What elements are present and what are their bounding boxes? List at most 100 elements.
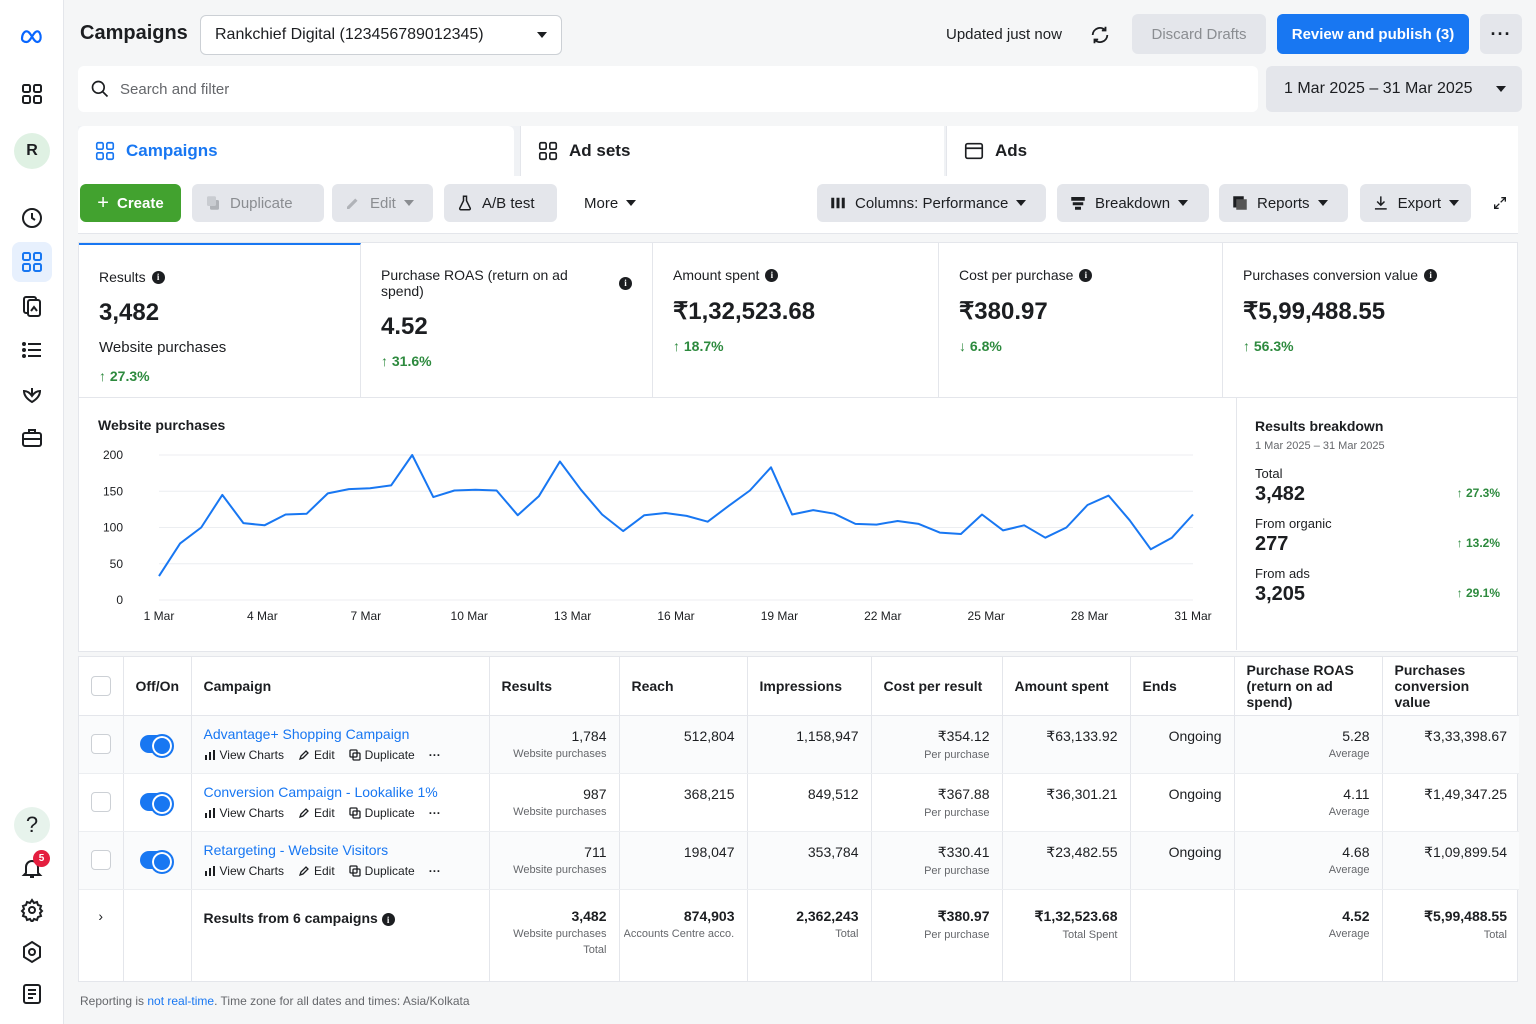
campaign-name-link[interactable]: Advantage+ Shopping Campaign <box>204 726 477 742</box>
campaign-toggle[interactable] <box>139 734 174 758</box>
view-charts-action[interactable]: View Charts <box>204 806 284 820</box>
edit-action[interactable]: Edit <box>298 864 335 878</box>
create-button[interactable]: + Create <box>80 184 181 222</box>
column-header[interactable]: Reach <box>619 657 748 716</box>
breakdown-button[interactable]: Breakdown <box>1057 184 1209 222</box>
table-row[interactable]: Advantage+ Shopping Campaign View Charts E… <box>79 715 1519 774</box>
edit-action[interactable]: Edit <box>298 748 335 762</box>
metric-card-roas[interactable]: Purchase ROAS (return on ad spend) i 4.52… <box>361 243 653 397</box>
more-button[interactable]: More <box>572 184 652 222</box>
info-icon[interactable]: i <box>151 270 165 284</box>
date-range-picker[interactable]: 1 Mar 2025 – 31 Mar 2025 <box>1266 66 1522 112</box>
website-purchases-line-chart[interactable]: 0 50 100 150 200 1 Mar 4 Mar 7 Mar 10 Mar 13 Mar 1… <box>79 438 1229 638</box>
impressions-value: 1,158,947 <box>796 727 859 744</box>
chart-title: Website purchases <box>98 417 226 433</box>
list-icon[interactable] <box>12 330 52 370</box>
info-icon[interactable]: i <box>1424 268 1438 282</box>
column-header[interactable]: Off/On <box>123 657 192 716</box>
row-checkbox[interactable] <box>90 734 111 754</box>
edit-button[interactable]: Edit <box>332 184 433 222</box>
table-row[interactable]: Retargeting - Website Visitors View Chart… <box>79 831 1519 890</box>
reach-value: 368,215 <box>683 785 735 802</box>
column-header[interactable]: Amount spent <box>1002 657 1131 716</box>
x-tick-label: 1 Mar <box>144 609 175 623</box>
row-checkbox[interactable] <box>90 850 111 870</box>
reports-label: Reports <box>1257 194 1310 212</box>
column-header[interactable]: Purchase ROAS (return on ad spend) <box>1234 657 1383 716</box>
expand-icon[interactable] <box>1480 184 1520 222</box>
campaign-toggle[interactable] <box>139 792 174 816</box>
more-options-button[interactable]: ··· <box>1480 14 1522 54</box>
breakdown-label: From ads <box>1255 566 1310 581</box>
clock-icon[interactable] <box>12 198 52 238</box>
campaign-toggle[interactable] <box>139 850 174 874</box>
duplicate-action[interactable]: Duplicate <box>349 864 415 878</box>
columns-button[interactable]: Columns: Performance <box>817 184 1046 222</box>
info-icon[interactable]: i <box>765 268 779 282</box>
metric-delta: ↑ 56.3% <box>1243 338 1294 354</box>
select-all-checkbox[interactable] <box>90 675 111 696</box>
media-library-icon[interactable] <box>12 286 52 326</box>
reports-button[interactable]: Reports <box>1219 184 1348 222</box>
metric-label: Cost per purchase <box>959 267 1074 283</box>
search-input[interactable] <box>120 80 720 98</box>
more-actions-icon[interactable]: ··· <box>429 806 441 820</box>
campaigns-grid-icon[interactable] <box>12 242 52 282</box>
audience-icon[interactable] <box>12 374 52 414</box>
tab-ads[interactable]: Ads <box>946 126 1518 176</box>
metric-card-conversion-value[interactable]: Purchases conversion value i ₹5,99,488.55… <box>1223 243 1517 397</box>
action-label: Duplicate <box>364 806 415 820</box>
business-settings-icon[interactable] <box>12 932 52 972</box>
table-row[interactable]: Conversion Campaign - Lookalike 1% View C… <box>79 773 1519 832</box>
apps-grid-icon[interactable] <box>12 74 52 114</box>
tab-ad-sets[interactable]: Ad sets <box>520 126 944 176</box>
edit-action[interactable]: Edit <box>298 806 335 820</box>
more-actions-icon[interactable]: ··· <box>429 748 441 762</box>
column-header[interactable]: Impressions <box>747 657 872 716</box>
column-header[interactable]: Results <box>489 657 620 716</box>
settings-gear-icon[interactable] <box>12 890 52 930</box>
duplicate-action[interactable]: Duplicate <box>349 748 415 762</box>
avatar[interactable]: R <box>14 133 50 169</box>
info-icon[interactable]: i <box>381 913 395 926</box>
metric-value: ₹380.97 <box>959 298 1048 325</box>
column-header[interactable]: Campaign <box>191 657 490 716</box>
metric-card-cost-per-purchase[interactable]: Cost per purchase i ₹380.97 ↓ 6.8% <box>939 243 1223 397</box>
ab-test-label: A/B test <box>482 194 535 212</box>
discard-drafts-button[interactable]: Discard Drafts <box>1132 14 1266 54</box>
help-icon[interactable]: ? <box>14 807 50 843</box>
account-selector[interactable]: Rankchief Digital (123456789012345) <box>200 15 562 55</box>
view-charts-action[interactable]: View Charts <box>204 748 284 762</box>
metric-card-results[interactable]: Results i 3,482 Website purchases ↑ 27.3% <box>79 243 361 397</box>
refresh-icon[interactable] <box>1086 21 1114 49</box>
row-checkbox[interactable] <box>90 792 111 812</box>
view-charts-action[interactable]: View Charts <box>204 864 284 878</box>
info-icon[interactable]: i <box>1079 268 1093 282</box>
duplicate-action[interactable]: Duplicate <box>349 806 415 820</box>
metric-card-amount-spent[interactable]: Amount spent i ₹1,32,523.68 ↑ 18.7% <box>653 243 939 397</box>
review-publish-button[interactable]: Review and publish (3) <box>1277 14 1469 54</box>
action-label: Edit <box>313 806 335 820</box>
info-icon[interactable]: i <box>619 276 632 290</box>
meta-logo-icon[interactable] <box>12 16 52 56</box>
duplicate-button[interactable]: Duplicate <box>192 184 324 222</box>
total-results-sub: Website purchases <box>513 927 607 940</box>
footer-text: Reporting is <box>80 994 148 1008</box>
more-actions-icon[interactable]: ··· <box>429 864 441 878</box>
column-header[interactable]: Cost per result <box>871 657 1003 716</box>
chevron-right-icon[interactable]: › <box>98 908 103 924</box>
reports-doc-icon[interactable] <box>12 974 52 1014</box>
campaign-name-link[interactable]: Retargeting - Website Visitors <box>204 842 477 858</box>
campaign-name-link[interactable]: Conversion Campaign - Lookalike 1% <box>204 784 477 800</box>
tab-campaigns[interactable]: Campaigns <box>78 126 514 176</box>
updated-status: Updated just now <box>946 26 1062 43</box>
column-header[interactable]: Ends <box>1130 657 1235 716</box>
briefcase-icon[interactable] <box>12 418 52 458</box>
ab-test-button[interactable]: A/B test <box>444 184 557 222</box>
metric-delta: ↑ 18.7% <box>673 338 724 354</box>
real-time-link[interactable]: not real-time <box>147 994 214 1008</box>
conversion-value: ₹1,09,899.54 <box>1424 843 1507 860</box>
column-header[interactable]: Purchases conversion value <box>1382 657 1519 716</box>
breakdown-icon <box>1071 197 1085 210</box>
export-button[interactable]: Export <box>1360 184 1471 222</box>
